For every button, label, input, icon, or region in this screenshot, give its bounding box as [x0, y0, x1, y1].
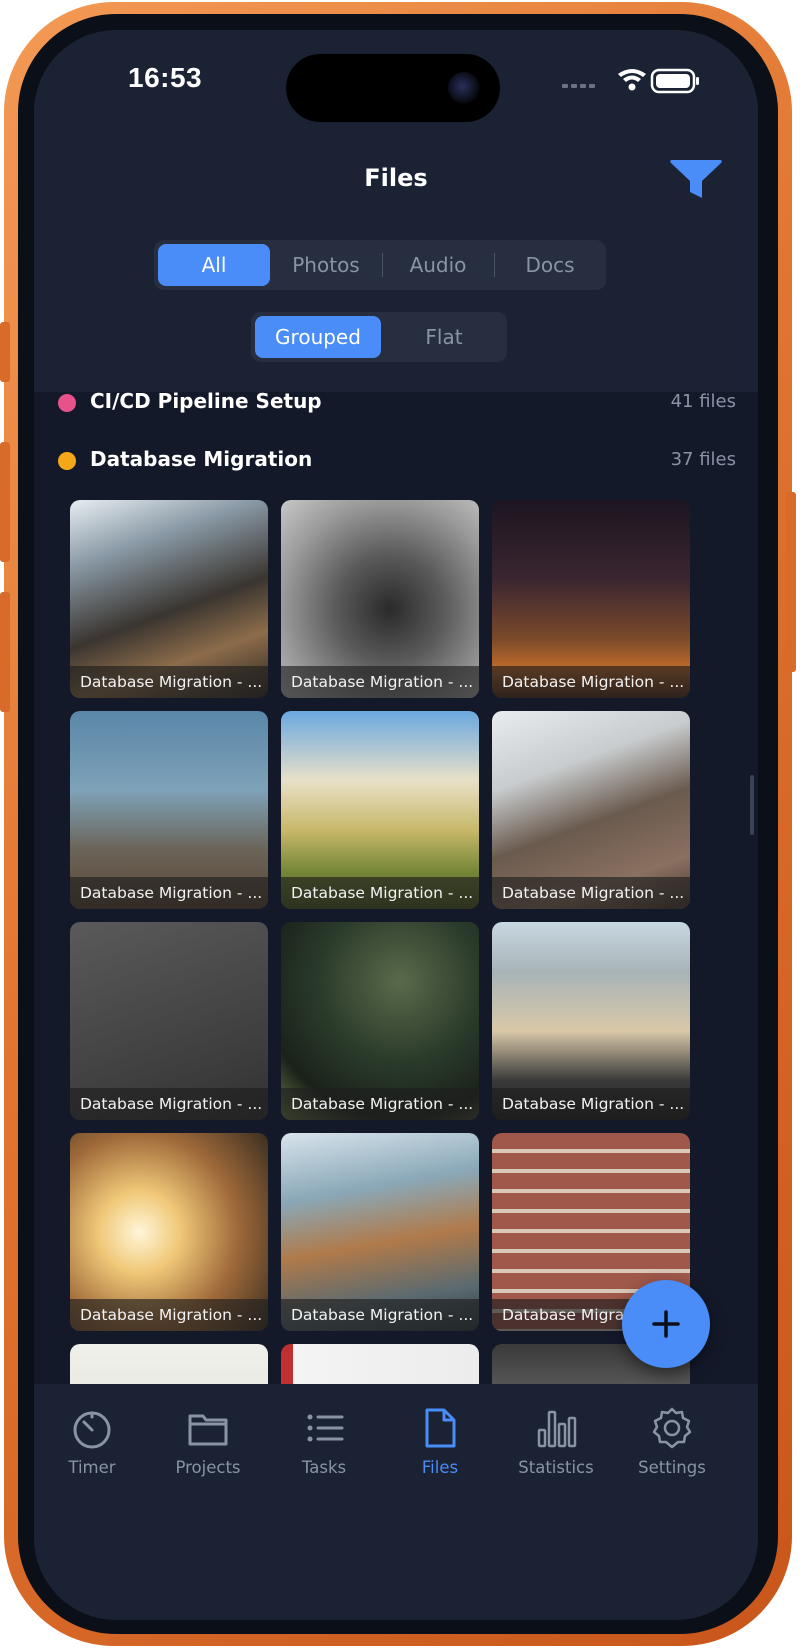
view-mode-segmented-control: Grouped Flat	[251, 312, 507, 362]
group-name: Database Migration	[90, 447, 313, 471]
photo-caption: Database Migration - ...	[492, 666, 690, 698]
photo-caption: Database Migration - ...	[281, 1088, 479, 1120]
photo-thumbnail[interactable]: Database Migration - ...	[70, 711, 268, 909]
photo-thumbnail[interactable]: Database Migration - ...	[70, 922, 268, 1120]
power-button	[786, 492, 796, 672]
segment-all[interactable]: All	[158, 244, 270, 286]
photo-caption: Database Migration - ...	[281, 877, 479, 909]
group-file-count: 41 files	[670, 391, 736, 412]
volume-down-button	[0, 592, 10, 712]
segment-photos[interactable]: Photos	[270, 244, 382, 286]
tab-label: Projects	[175, 1458, 241, 1477]
photo-caption: Database Migration - ...	[70, 666, 268, 698]
group-color-dot	[58, 394, 76, 412]
tab-bar: Timer Projects Tasks Files Statistics Se…	[34, 1384, 758, 1620]
tab-label: Files	[421, 1458, 459, 1477]
photo-thumbnail[interactable]	[281, 1344, 479, 1384]
photo-caption: Database Migration - ...	[70, 1299, 268, 1331]
photo-caption: Database Migration - ...	[281, 1299, 479, 1331]
photo-thumbnail[interactable]: Database Migration - ...	[70, 500, 268, 698]
segment-grouped[interactable]: Grouped	[255, 316, 381, 358]
tab-projects[interactable]: Projects	[150, 1406, 266, 1496]
app-screen: 16:53 Files All Photos Audio Docs Groupe…	[34, 30, 758, 1620]
signal-icon	[562, 84, 595, 88]
action-button	[0, 322, 10, 382]
tab-timer[interactable]: Timer	[34, 1406, 150, 1496]
group-file-count: 37 files	[670, 449, 736, 470]
tab-settings[interactable]: Settings	[614, 1406, 730, 1496]
folder-icon	[188, 1414, 228, 1446]
photo-caption: Database Migration - ...	[492, 1088, 690, 1120]
battery-icon	[650, 68, 699, 94]
group-name: CI/CD Pipeline Setup	[90, 389, 322, 413]
gear-icon	[652, 1407, 692, 1449]
photo-caption: Database Migration - ...	[70, 1088, 268, 1120]
tab-label: Tasks	[301, 1458, 347, 1477]
scroll-indicator[interactable]	[750, 775, 754, 835]
group-color-dot	[58, 452, 76, 470]
tab-files[interactable]: Files	[382, 1406, 498, 1496]
files-header: 16:53 Files All Photos Audio Docs Groupe…	[34, 30, 758, 392]
file-icon	[425, 1408, 456, 1448]
photo-thumbnail[interactable]: Database Migration - ...	[492, 500, 690, 698]
photo-thumbnail[interactable]	[70, 1344, 268, 1384]
timer-icon	[73, 1411, 111, 1449]
status-icons	[552, 66, 702, 96]
bar-chart-icon	[537, 1410, 577, 1448]
plus-icon	[652, 1310, 680, 1338]
photo-caption: Database Migration - ...	[281, 666, 479, 698]
tab-statistics[interactable]: Statistics	[498, 1406, 614, 1496]
front-camera	[448, 72, 480, 104]
photo-thumbnail[interactable]: Database Migration - ...	[492, 711, 690, 909]
dynamic-island	[286, 54, 500, 122]
segment-flat[interactable]: Flat	[381, 316, 507, 358]
wifi-icon	[618, 69, 646, 91]
segment-docs[interactable]: Docs	[494, 244, 606, 286]
photo-thumbnail[interactable]: Database Migration - ...	[281, 922, 479, 1120]
tab-label: Statistics	[518, 1458, 594, 1477]
photo-thumbnail[interactable]: Database Migration - ...	[492, 922, 690, 1120]
list-icon	[307, 1414, 344, 1442]
add-file-button[interactable]	[622, 1280, 710, 1368]
tab-tasks[interactable]: Tasks	[266, 1406, 382, 1496]
tab-label: Timer	[68, 1458, 116, 1477]
photo-grid: Database Migration - ... Database Migrat…	[70, 500, 690, 1384]
status-time: 16:53	[128, 62, 203, 93]
photo-caption: Database Migration - ...	[492, 877, 690, 909]
page-title: Files	[364, 164, 428, 192]
filter-button[interactable]	[668, 154, 724, 204]
group-header-cicd[interactable]: CI/CD Pipeline Setup 41 files	[58, 383, 736, 423]
volume-up-button	[0, 442, 10, 562]
filter-icon	[670, 160, 722, 198]
photo-thumbnail[interactable]: Database Migration - ...	[281, 1133, 479, 1331]
photo-thumbnail[interactable]: Database Migration - ...	[281, 711, 479, 909]
segment-audio[interactable]: Audio	[382, 244, 494, 286]
tab-label: Settings	[638, 1458, 706, 1477]
photo-caption: Database Migration - ...	[70, 877, 268, 909]
file-type-segmented-control: All Photos Audio Docs	[154, 240, 606, 290]
photo-thumbnail[interactable]: Database Migration - ...	[70, 1133, 268, 1331]
photo-thumbnail[interactable]: Database Migration - ...	[281, 500, 479, 698]
group-header-database-migration[interactable]: Database Migration 37 files	[58, 441, 736, 481]
